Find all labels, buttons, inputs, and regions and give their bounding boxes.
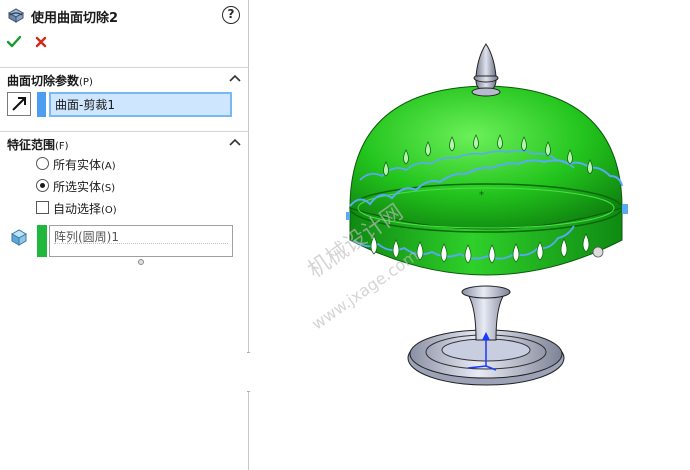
- bodies-selection-list[interactable]: 阵列(圆周)1: [49, 225, 233, 257]
- list-resize-handle[interactable]: [138, 259, 144, 265]
- section-feature-scope[interactable]: 特征范围(F): [0, 131, 249, 153]
- flip-direction-icon[interactable]: [7, 92, 31, 116]
- body-color-swatch: [37, 225, 47, 257]
- list-divider: [54, 243, 228, 244]
- radio-hotkey-all-bodies: (A): [101, 161, 116, 172]
- section-surface-cut-params[interactable]: 曲面切除参数(P): [0, 67, 249, 89]
- radio-label-selected-bodies: 所选实体: [53, 180, 102, 194]
- check-icon[interactable]: [6, 34, 22, 50]
- chevron-up-icon[interactable]: [229, 73, 241, 83]
- surface-selection-field[interactable]: 曲面-剪裁1: [49, 92, 232, 117]
- checkbox-label-auto-select: 自动选择: [53, 202, 102, 216]
- graphics-viewport[interactable]: *: [250, 0, 690, 470]
- section-hotkey-feature-scope: (F): [55, 141, 69, 152]
- section-title-feature-scope: 特征范围: [7, 138, 56, 152]
- feature-title: 使用曲面切除2: [31, 11, 119, 26]
- checkbox-hotkey-auto-select: (O): [101, 205, 117, 216]
- chevron-up-icon[interactable]: [229, 137, 241, 147]
- help-icon[interactable]: ?: [222, 6, 240, 24]
- radio-button[interactable]: [36, 157, 49, 170]
- radio-button-selected[interactable]: [36, 179, 49, 192]
- radio-label-all-bodies: 所有实体: [53, 158, 102, 172]
- surface-color-swatch: [37, 92, 46, 117]
- property-manager-header: 使用曲面切除2 ?: [0, 0, 249, 30]
- section-title-surface-cut: 曲面切除参数: [7, 74, 80, 88]
- property-manager: 使用曲面切除2 ? 曲面切除参数(P) 曲面-剪裁1 特征范围(F) 所有实体(…: [0, 0, 249, 470]
- close-icon[interactable]: [33, 34, 49, 50]
- svg-text:*: *: [479, 190, 484, 201]
- solid-body-icon: [10, 229, 28, 246]
- section-hotkey-surface-cut: (P): [79, 77, 93, 88]
- surface-cut-feature-icon: [7, 8, 25, 23]
- selected-surface[interactable]: 曲面-剪裁1: [55, 98, 115, 112]
- model-render: *: [346, 43, 628, 386]
- checkbox[interactable]: [36, 201, 49, 214]
- radio-hotkey-selected-bodies: (S): [101, 183, 116, 194]
